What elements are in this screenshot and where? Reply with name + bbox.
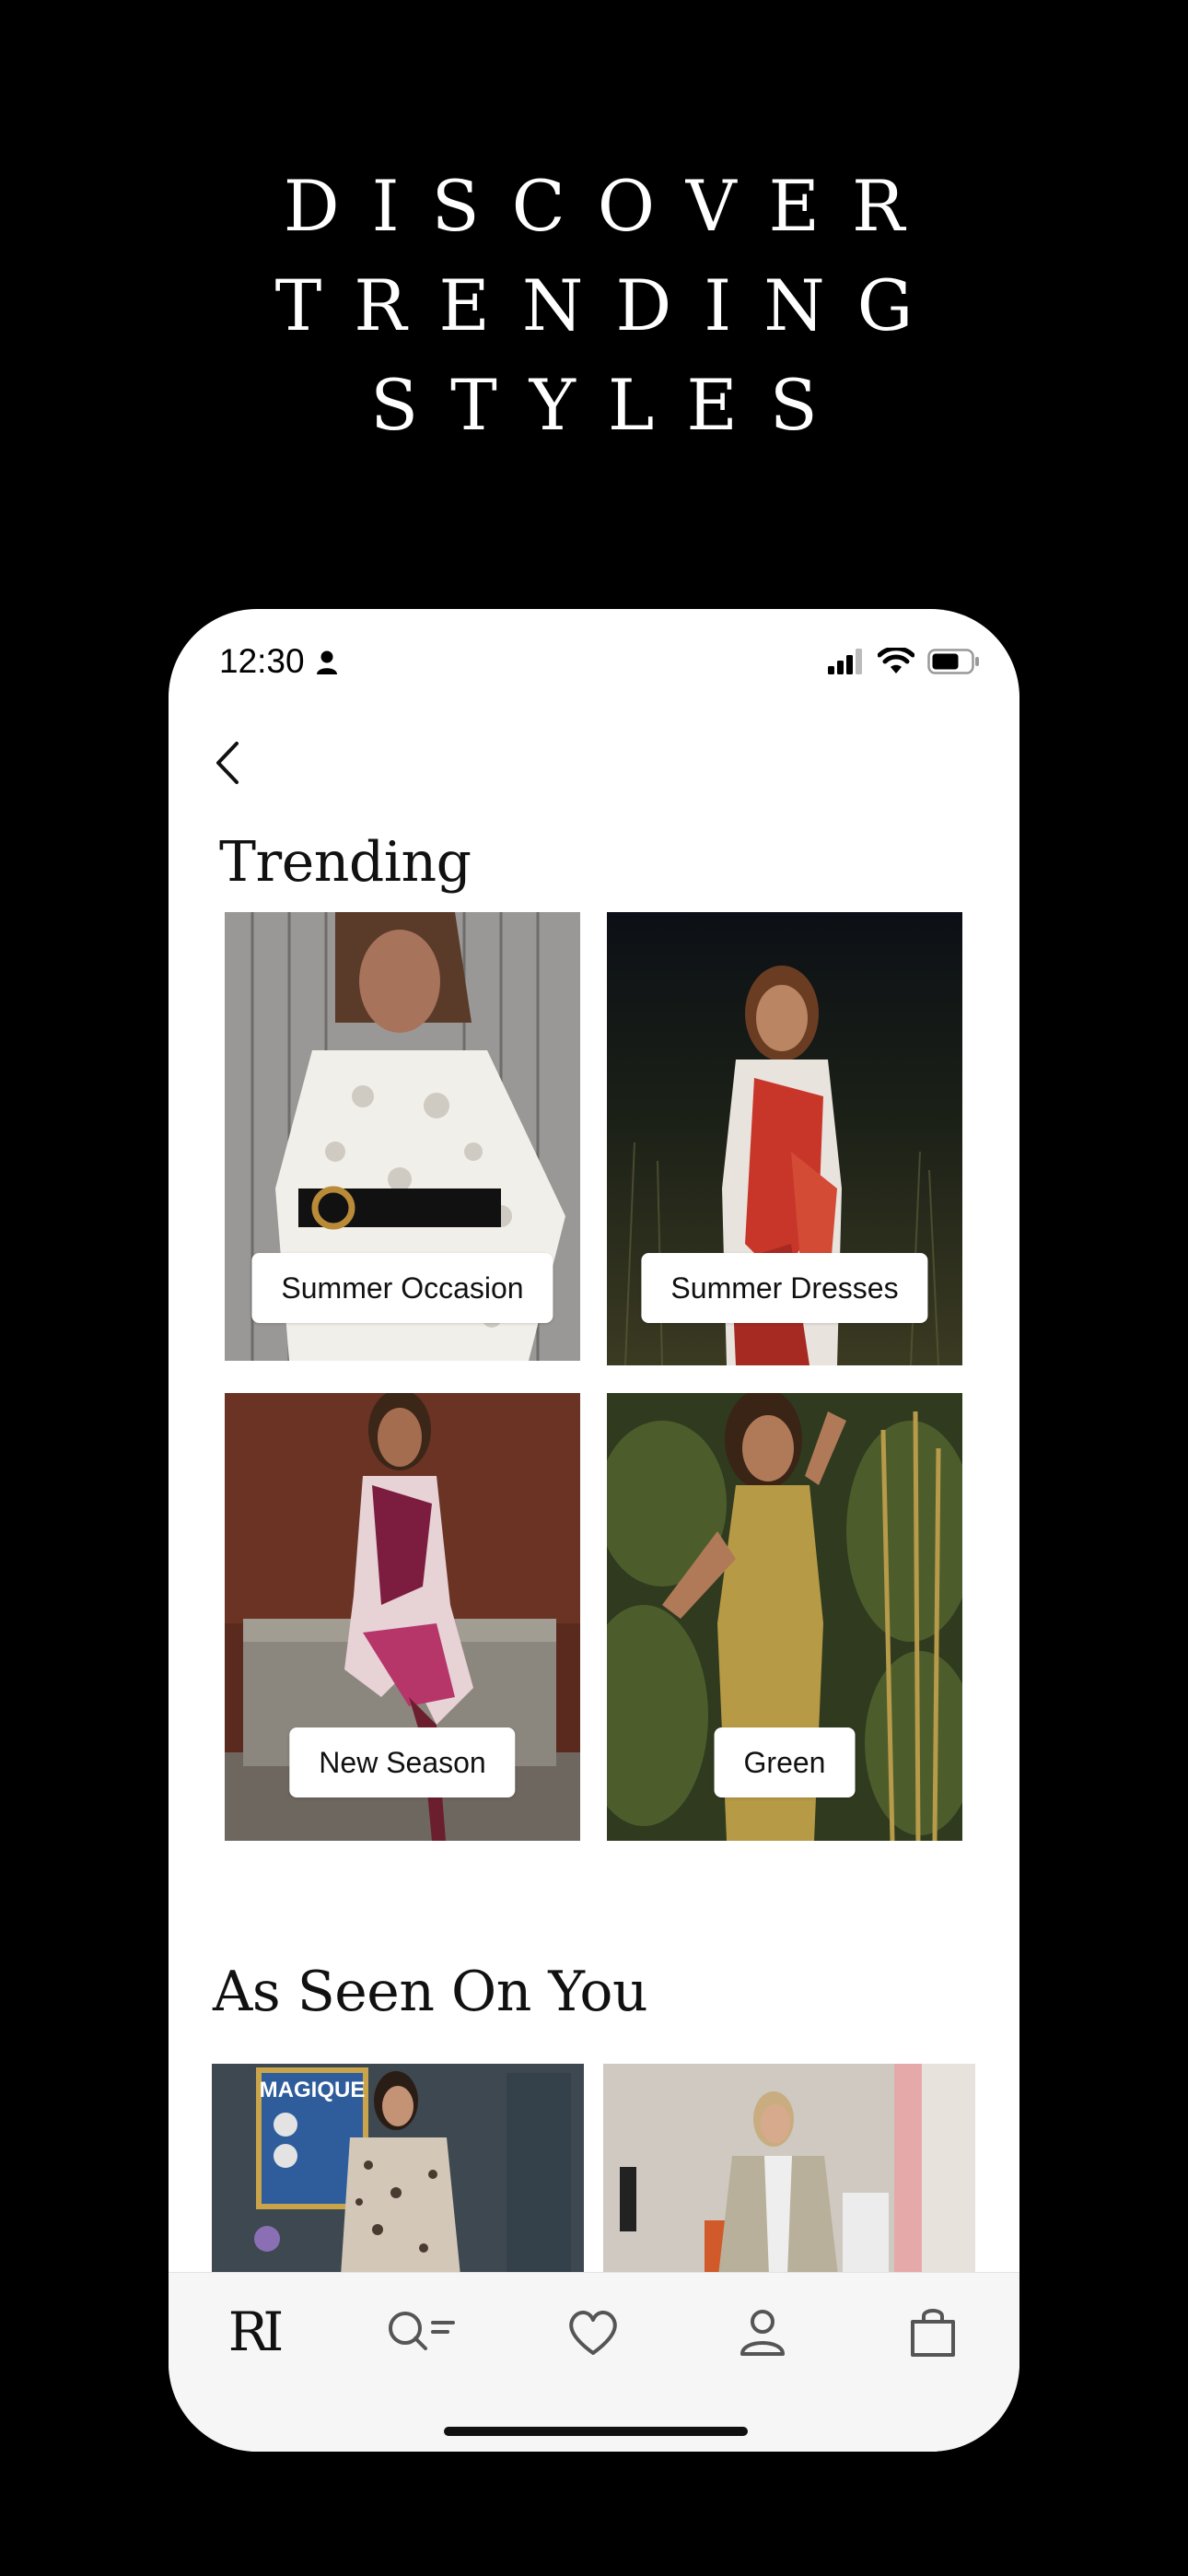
search-icon: [389, 2312, 455, 2350]
battery-icon: [927, 649, 979, 674]
shopping-bag-icon: [911, 2309, 955, 2357]
trending-card-summer-dresses[interactable]: Summer Dresses: [607, 912, 962, 1365]
status-indicators: [828, 648, 981, 675]
headline-line-2: TRENDING: [274, 264, 946, 346]
back-arrow-icon[interactable]: [204, 729, 259, 793]
as-seen-on-you-card[interactable]: [603, 2064, 975, 2276]
as-seen-on-you-photo: MAGIQUE: [212, 2064, 584, 2276]
tag-summer-dresses[interactable]: Summer Dresses: [641, 1253, 928, 1323]
tag-green[interactable]: Green: [714, 1727, 856, 1797]
tab-bar: RI: [169, 2272, 1019, 2452]
as-seen-on-you-title: As Seen On You: [213, 1960, 648, 2024]
phone-screen: 12:30 Trending Summer Occasion Summer Dr…: [169, 609, 1019, 2452]
cellular-signal-icon: [828, 649, 862, 674]
brand-logo: RI: [227, 2301, 285, 2363]
tag-new-season[interactable]: New Season: [289, 1727, 516, 1797]
tab-home[interactable]: RI: [212, 2295, 295, 2369]
trending-card-new-season[interactable]: New Season: [225, 1393, 580, 1841]
tag-summer-occasion[interactable]: Summer Occasion: [251, 1253, 553, 1323]
trending-card-green[interactable]: Green: [607, 1393, 962, 1841]
as-seen-on-you-card[interactable]: MAGIQUE: [212, 2064, 584, 2276]
account-icon: [740, 2310, 785, 2356]
trending-card-summer-occasion[interactable]: Summer Occasion: [225, 912, 580, 1361]
wifi-icon: [878, 648, 914, 673]
person-icon: [317, 650, 337, 674]
trending-title: Trending: [219, 830, 472, 895]
headline-line-3: STYLES: [370, 364, 850, 446]
tab-account[interactable]: [721, 2295, 804, 2369]
promo-headline: DISCOVER TRENDING STYLES: [0, 157, 1188, 455]
status-bar: 12:30: [169, 609, 1019, 720]
tab-search[interactable]: [380, 2295, 463, 2369]
status-time: 12:30: [219, 642, 305, 680]
home-indicator[interactable]: [444, 2427, 748, 2436]
heart-icon: [569, 2311, 617, 2355]
tab-wishlist[interactable]: [552, 2295, 635, 2369]
poster-text: MAGIQUE: [260, 2078, 366, 2102]
tab-bag[interactable]: [891, 2295, 974, 2369]
headline-line-1: DISCOVER: [283, 165, 938, 247]
as-seen-on-you-photo: [603, 2064, 975, 2276]
